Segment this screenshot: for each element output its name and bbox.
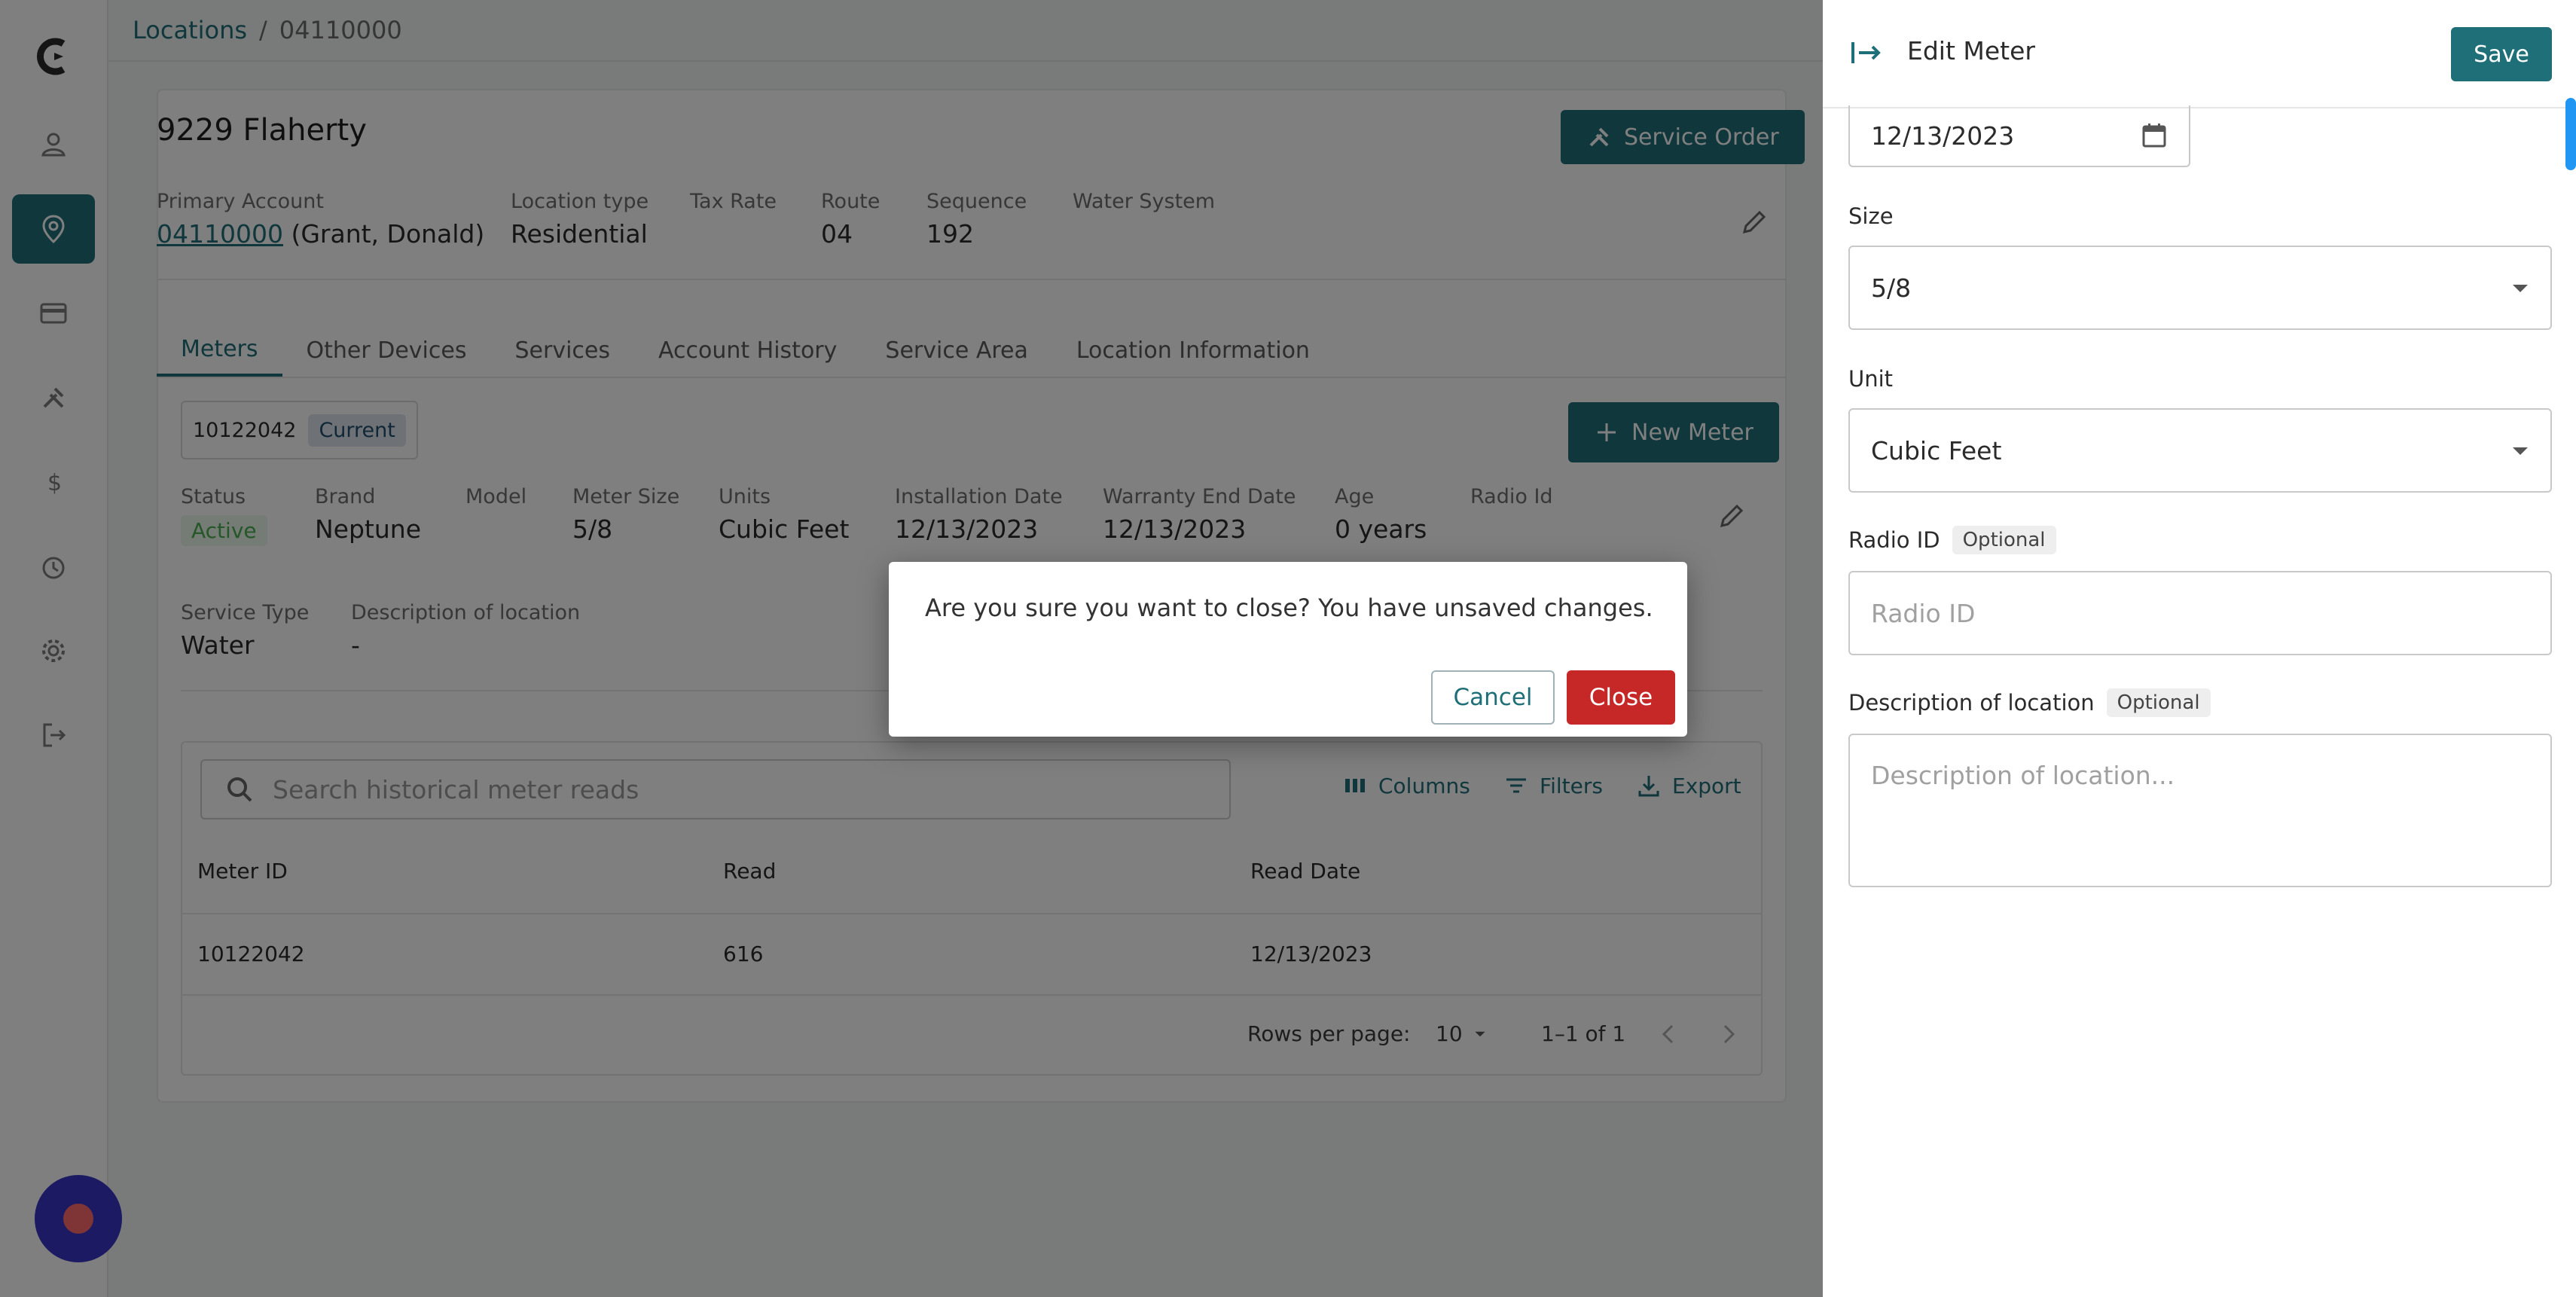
unit-label-text: Unit bbox=[1848, 366, 1894, 392]
description-placeholder: Description of location... bbox=[1871, 761, 2175, 790]
edit-meter-panel: Edit Meter Save 12/13/2023 Size 5/8 Unit… bbox=[1823, 0, 2576, 1297]
optional-badge: Optional bbox=[2106, 688, 2211, 717]
size-label: Size bbox=[1848, 203, 1894, 229]
radio-id-label-text: Radio ID bbox=[1848, 527, 1940, 553]
unit-label: Unit bbox=[1848, 366, 1893, 392]
optional-badge: Optional bbox=[1952, 526, 2056, 554]
unit-select[interactable]: Cubic Feet bbox=[1848, 408, 2552, 493]
panel-scrollbar[interactable] bbox=[2565, 98, 2576, 170]
calendar-icon[interactable] bbox=[2139, 121, 2169, 151]
size-select[interactable]: 5/8 bbox=[1848, 246, 2552, 330]
size-label-text: Size bbox=[1848, 203, 1894, 229]
radio-id-placeholder: Radio ID bbox=[1871, 598, 1976, 628]
installation-date-input[interactable]: 12/13/2023 bbox=[1848, 105, 2190, 167]
chevron-down-icon bbox=[2513, 285, 2528, 292]
unsaved-changes-dialog: Are you sure you want to close? You have… bbox=[889, 562, 1687, 737]
chevron-down-icon bbox=[2513, 447, 2528, 455]
description-label-text: Description of location bbox=[1848, 690, 2095, 716]
panel-header: Edit Meter Save bbox=[1823, 0, 2576, 108]
description-of-location-label: Description of location Optional bbox=[1848, 688, 2211, 717]
date-value: 12/13/2023 bbox=[1871, 121, 2015, 151]
radio-id-label: Radio ID Optional bbox=[1848, 526, 2056, 554]
dialog-message: Are you sure you want to close? You have… bbox=[925, 594, 1653, 622]
cancel-button[interactable]: Cancel bbox=[1431, 670, 1555, 725]
size-select-value: 5/8 bbox=[1871, 273, 1912, 303]
close-button[interactable]: Close bbox=[1567, 670, 1675, 725]
panel-title: Edit Meter bbox=[1907, 36, 2035, 66]
radio-id-input[interactable]: Radio ID bbox=[1848, 571, 2552, 655]
save-button[interactable]: Save bbox=[2451, 27, 2552, 81]
panel-collapse-icon[interactable] bbox=[1850, 39, 1883, 66]
description-of-location-input[interactable]: Description of location... bbox=[1848, 734, 2552, 887]
unit-select-value: Cubic Feet bbox=[1871, 435, 2002, 465]
